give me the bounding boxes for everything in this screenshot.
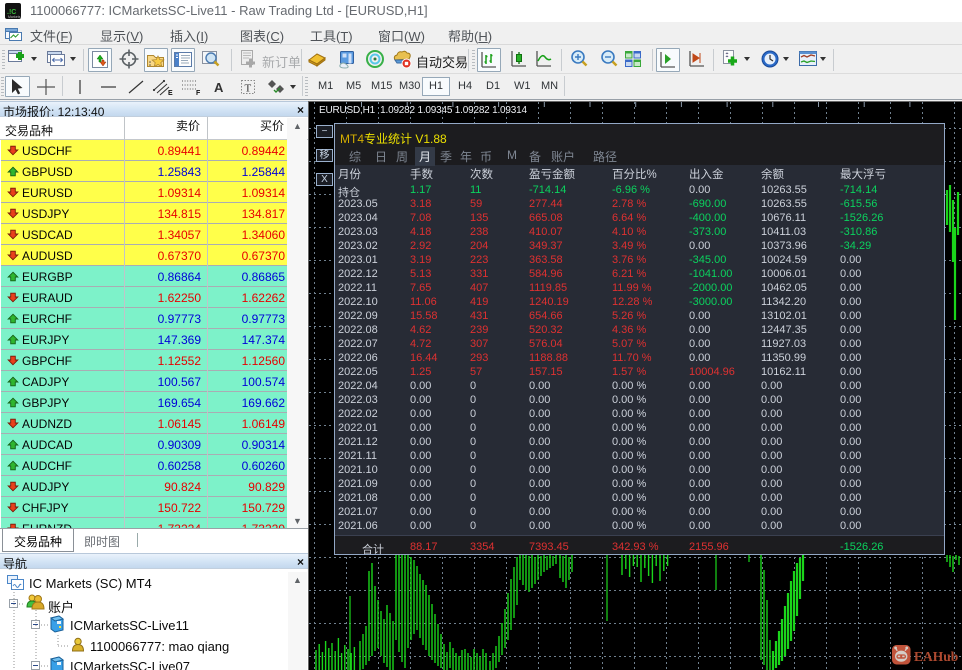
svg-text:E: E bbox=[168, 90, 173, 96]
svg-text:Markets: Markets bbox=[8, 15, 21, 19]
svg-text:F: F bbox=[196, 90, 201, 96]
svg-text:T: T bbox=[245, 83, 252, 95]
svg-text:EAHub: EAHub bbox=[914, 649, 958, 664]
